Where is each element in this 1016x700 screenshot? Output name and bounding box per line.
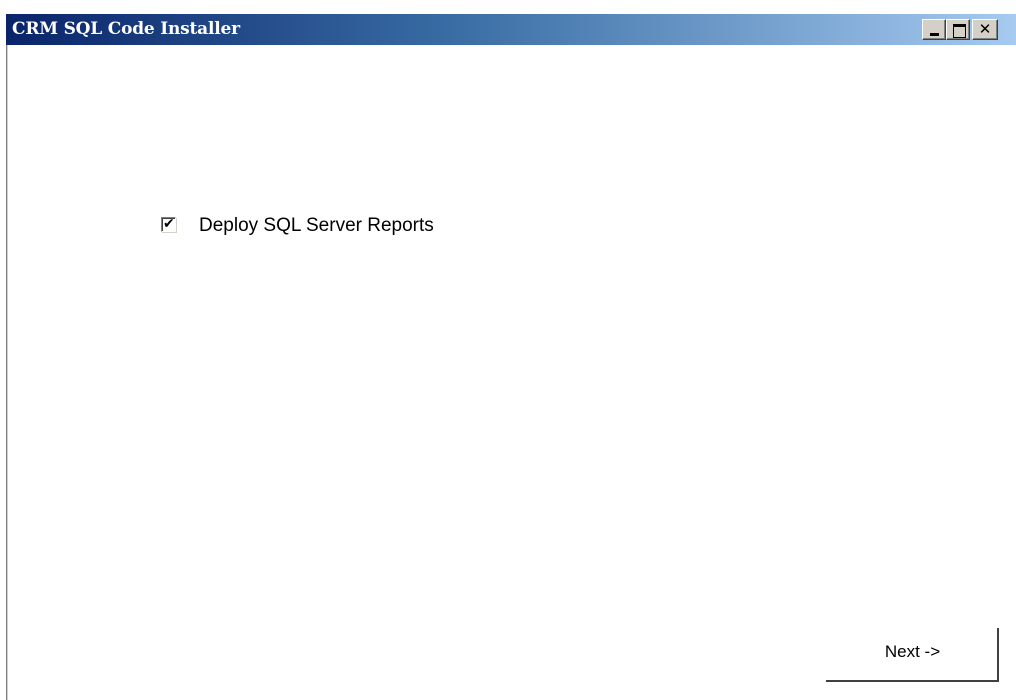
window-title: CRM SQL Code Installer (12, 19, 240, 39)
installer-window: CRM SQL Code Installer ✕ ✔ Deploy SQL Se… (0, 0, 1016, 700)
close-icon: ✕ (978, 20, 992, 38)
checkmark-icon: ✔ (163, 216, 175, 232)
next-button[interactable]: Next -> (826, 628, 999, 682)
title-bar[interactable]: CRM SQL Code Installer ✕ (6, 14, 1016, 45)
minimize-button[interactable] (922, 19, 946, 40)
deploy-reports-label[interactable]: Deploy SQL Server Reports (199, 214, 434, 238)
deploy-reports-checkbox[interactable]: ✔ (161, 216, 176, 232)
close-button[interactable]: ✕ (972, 19, 998, 40)
next-button-label: Next -> (884, 642, 941, 661)
minimize-icon (930, 33, 939, 36)
maximize-button[interactable] (946, 19, 970, 40)
maximize-icon (953, 24, 966, 38)
window-left-border (6, 45, 8, 700)
